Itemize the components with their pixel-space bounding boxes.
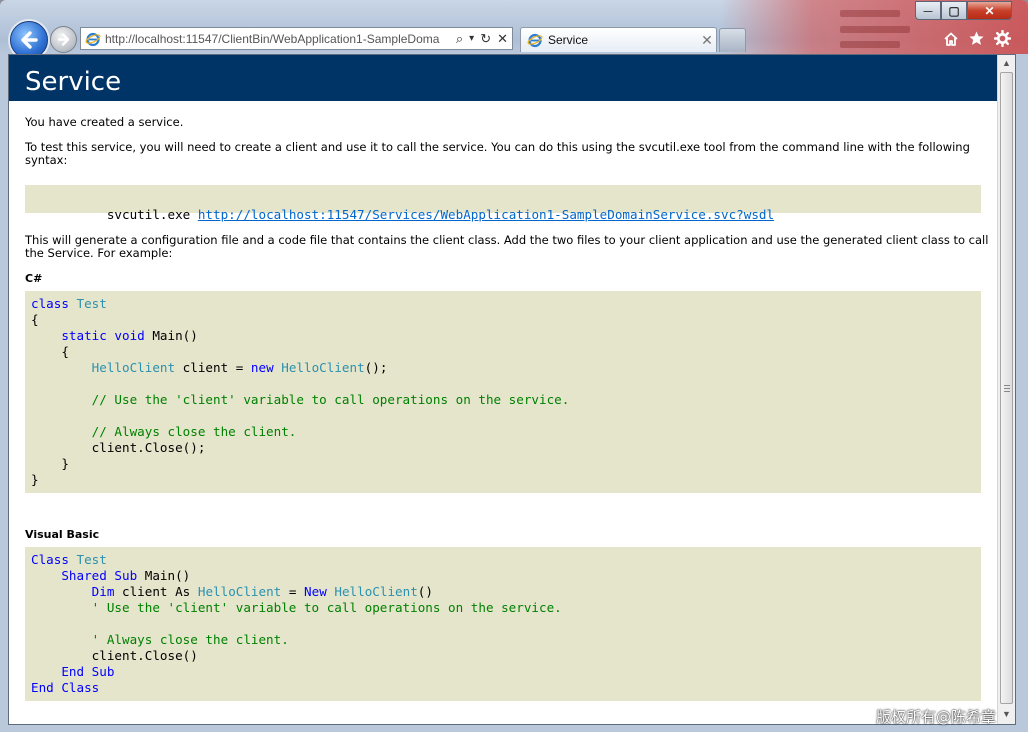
generate-note-text: This will generate a configuration file … <box>25 233 989 260</box>
tools-gear-icon <box>994 30 1011 47</box>
code-text: client As <box>122 584 191 599</box>
code-comment: // Always close the client. <box>91 424 297 439</box>
forward-arrow-icon <box>57 33 70 46</box>
ghost-line <box>840 10 900 17</box>
address-bar[interactable]: http://localhost:11547/ClientBin/WebAppl… <box>80 27 513 50</box>
ie-page-icon <box>527 33 543 48</box>
code-keyword: New <box>304 584 327 599</box>
minimize-button[interactable]: — <box>915 1 941 20</box>
page-viewport: Service You have created a service. To t… <box>8 54 1016 725</box>
scrollbar-grip <box>1004 385 1010 393</box>
code-text: client.Close() <box>91 648 198 663</box>
stop-icon[interactable]: ✕ <box>497 31 508 47</box>
maximize-button[interactable]: ▢ <box>941 1 967 20</box>
forward-button[interactable] <box>50 26 77 53</box>
home-button[interactable] <box>942 30 959 47</box>
ie-page-icon <box>85 32 101 46</box>
tab-title: Service <box>548 33 589 47</box>
code-keyword: Class <box>31 552 69 567</box>
refresh-icon[interactable]: ↻ <box>480 31 491 47</box>
tools-button[interactable] <box>994 30 1011 47</box>
back-arrow-icon <box>21 31 38 49</box>
code-keyword: class <box>31 296 69 311</box>
favorites-star-icon <box>969 31 984 45</box>
code-type: HelloClient <box>197 584 282 599</box>
code-text: } <box>61 456 69 471</box>
svcutil-code-block: svcutil.exe http://localhost:11547/Servi… <box>25 185 981 222</box>
code-text: { <box>31 312 39 327</box>
svcutil-command: svcutil.exe <box>106 207 191 222</box>
code-text: Main() <box>144 568 191 583</box>
code-text: () <box>417 584 433 599</box>
code-comment: ' Use the 'client' variable to call oper… <box>91 600 562 615</box>
code-comment: // Use the 'client' variable to call ope… <box>91 392 570 407</box>
code-keyword: End Sub <box>61 664 115 679</box>
intro-text: You have created a service. <box>25 115 184 129</box>
tab-service[interactable]: Service ✕ <box>520 27 717 52</box>
code-type: Test <box>76 552 107 567</box>
vb-code-block: Class Test Shared Sub Main() Dim client … <box>25 547 981 701</box>
heading-band: Service <box>9 55 997 101</box>
code-text: = <box>288 584 297 599</box>
favorites-button[interactable] <box>968 30 985 47</box>
address-url[interactable]: http://localhost:11547/ClientBin/WebAppl… <box>105 32 450 46</box>
code-text: (); <box>364 360 388 375</box>
page-title: Service <box>25 67 122 97</box>
tab-close-button[interactable]: ✕ <box>698 32 716 49</box>
code-comment: ' Always close the client. <box>91 632 289 647</box>
code-keyword: new <box>250 360 274 375</box>
csharp-code-block: class Test { static void Main() { HelloC… <box>25 291 981 493</box>
code-keyword: End Class <box>31 680 100 695</box>
command-icons <box>942 30 1011 47</box>
vb-label: Visual Basic <box>25 528 100 541</box>
instructions-text: To test this service, you will need to c… <box>25 140 970 167</box>
service-page: Service You have created a service. To t… <box>9 55 997 724</box>
code-keyword: static void <box>61 328 145 343</box>
search-icon[interactable]: ⌕ <box>456 31 463 47</box>
minimize-icon: — <box>923 5 933 16</box>
scroll-down-arrow[interactable]: ▼ <box>1001 708 1012 720</box>
browser-window: — ▢ ✕ http://localhost:11547/ClientBin/W… <box>0 0 1028 732</box>
ghost-line <box>840 26 910 33</box>
close-icon: ✕ <box>984 3 995 18</box>
ghost-line <box>840 41 900 48</box>
copyright-watermark: 版权所有@陈希章 <box>876 708 997 726</box>
csharp-label: C# <box>25 272 43 285</box>
code-keyword: Shared Sub <box>61 568 138 583</box>
code-text: } <box>31 472 39 487</box>
code-keyword: Dim <box>91 584 115 599</box>
code-text: { <box>61 344 69 359</box>
code-type: HelloClient <box>281 360 365 375</box>
code-text: client = <box>182 360 251 375</box>
code-type: Test <box>76 296 107 311</box>
chevron-down-icon[interactable]: ▾ <box>469 33 474 44</box>
code-type: HelloClient <box>91 360 176 375</box>
window-caption-buttons: — ▢ ✕ <box>915 1 1012 20</box>
code-text: Main() <box>152 328 198 343</box>
scroll-up-arrow[interactable]: ▲ <box>1001 57 1012 69</box>
code-text: client.Close(); <box>91 440 206 455</box>
vertical-scrollbar[interactable]: ▲ ▼ <box>997 55 1015 724</box>
home-icon <box>943 32 958 46</box>
scrollbar-thumb[interactable] <box>1000 72 1013 704</box>
maximize-icon: ▢ <box>948 3 960 18</box>
code-type: HelloClient <box>334 584 418 599</box>
new-tab-button[interactable] <box>719 28 746 52</box>
close-window-button[interactable]: ✕ <box>967 1 1012 20</box>
wsdl-link[interactable]: http://localhost:11547/Services/WebAppli… <box>198 207 774 222</box>
